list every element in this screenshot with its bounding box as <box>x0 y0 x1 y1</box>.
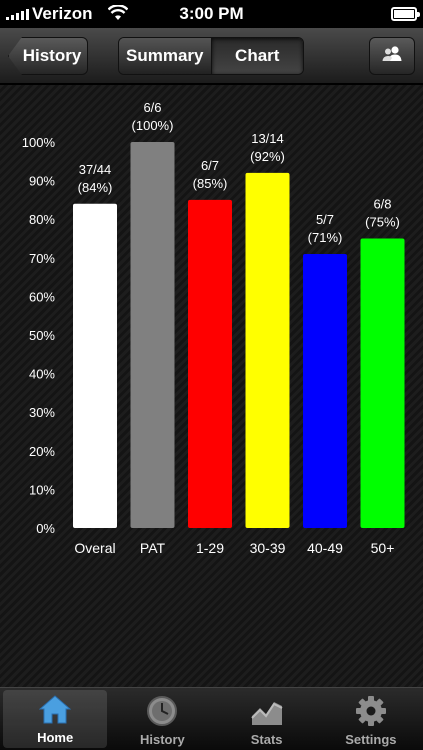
y-tick-label: 0% <box>36 521 55 536</box>
x-category-label: Overal <box>74 540 115 556</box>
bar-percent-label: (100%) <box>132 118 174 133</box>
clock-icon <box>145 694 179 728</box>
contacts-icon <box>381 45 403 68</box>
y-tick-label: 30% <box>29 405 55 420</box>
bar-percent-label: (85%) <box>193 176 228 191</box>
x-category-label: 30-39 <box>250 540 286 556</box>
bar-1-29 <box>188 199 232 528</box>
tab-stats[interactable]: Stats <box>215 688 319 750</box>
gear-icon <box>354 694 388 728</box>
bar-percent-label: (92%) <box>250 149 285 164</box>
segment-summary[interactable]: Summary <box>119 38 211 74</box>
chart-area: 0% 10% 20% 30% 40% 50% 60% 70% 80% 90% 100% 37/44 (8… <box>0 85 423 687</box>
tab-stats-label: Stats <box>250 732 283 747</box>
tab-bar: Home History Stats Settings <box>0 687 423 750</box>
x-category-label: 40-49 <box>307 540 343 556</box>
bar-30-39 <box>245 172 290 528</box>
bar-percent-label: (75%) <box>365 215 400 230</box>
tab-history[interactable]: History <box>110 688 214 750</box>
bar-count-label: 5/7 <box>316 212 334 227</box>
x-category-label: 50+ <box>371 540 395 556</box>
status-time: 3:00 PM <box>179 4 244 23</box>
chart-icon <box>250 694 284 728</box>
y-tick-label: 60% <box>29 289 55 304</box>
bar-count-label: 37/44 <box>79 162 112 177</box>
segment-chart[interactable]: Chart <box>210 38 303 74</box>
back-button[interactable]: History <box>8 37 88 75</box>
y-tick-label: 100% <box>22 135 56 150</box>
contacts-button[interactable] <box>369 37 415 75</box>
bar-chart: 0% 10% 20% 30% 40% 50% 60% 70% 80% 90% 100% 37/44 (8… <box>22 100 405 556</box>
x-category-label: 1-29 <box>196 540 224 556</box>
tab-settings-label: Settings <box>345 732 397 747</box>
y-tick-label: 50% <box>29 328 55 343</box>
view-segmented-control: Summary Chart <box>118 37 304 75</box>
y-tick-label: 40% <box>29 367 55 382</box>
bar-overal <box>73 203 117 528</box>
status-bar: Verizon 3:00 PM <box>0 0 423 28</box>
battery-icon <box>391 7 420 21</box>
tab-history-label: History <box>139 732 185 747</box>
y-tick-label: 90% <box>29 174 55 189</box>
bar-count-label: 6/8 <box>373 197 391 212</box>
home-icon <box>38 692 72 726</box>
bar-50+ <box>360 238 405 528</box>
tab-home-label: Home <box>37 730 74 745</box>
navigation-bar: History Summary Chart <box>0 28 423 84</box>
y-tick-label: 80% <box>29 212 55 227</box>
bar-count-label: 6/6 <box>143 100 161 115</box>
bar-percent-label: (71%) <box>308 230 343 245</box>
bar-count-label: 13/14 <box>251 131 284 146</box>
bar-percent-label: (84%) <box>78 180 113 195</box>
x-category-label: PAT <box>140 540 166 556</box>
tab-home[interactable]: Home <box>3 690 108 748</box>
bar-40-49 <box>303 253 347 528</box>
bar-count-label: 6/7 <box>201 158 219 173</box>
y-tick-label: 20% <box>29 444 55 459</box>
tab-settings[interactable]: Settings <box>319 688 423 750</box>
y-tick-label: 10% <box>29 482 55 497</box>
y-tick-label: 70% <box>29 251 55 266</box>
bar-pat <box>130 142 175 528</box>
